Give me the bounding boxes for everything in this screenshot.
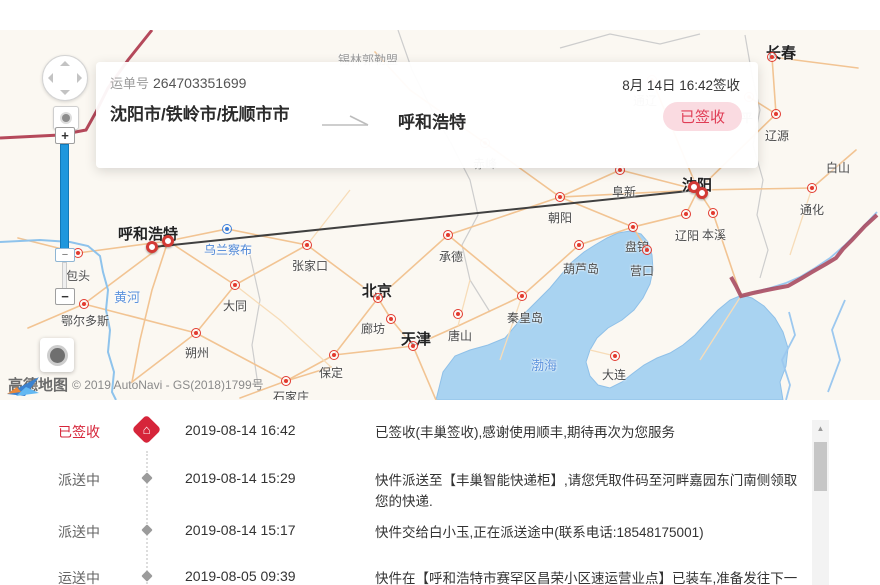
city-marker-icon [302, 240, 312, 250]
map-city-label: 唐山 [448, 327, 472, 344]
timestamp: 2019-08-14 15:29 [185, 470, 296, 486]
map-city-label: 白山 [826, 159, 850, 176]
zoom-out-button[interactable]: − [55, 288, 75, 305]
map-city-label: 廊坊 [361, 320, 385, 337]
map-city-label: 张家口 [292, 257, 328, 274]
map-city-label: 朔州 [185, 344, 209, 361]
map-city-label: 鄂尔多斯 [61, 312, 109, 329]
node-diamond-icon [141, 472, 152, 483]
timestamp: 2019-08-14 16:42 [185, 422, 296, 438]
map-city-label: 葫芦岛 [563, 260, 599, 277]
city-marker-icon [708, 208, 718, 218]
city-marker-icon [807, 183, 817, 193]
map-city-label: 阜新 [612, 183, 636, 200]
map-attribution: 高德地图 © 2019 AutoNavi - GS(2018)1799号 [6, 374, 264, 395]
event-description: 快件在【呼和浩特市赛罕区昌荣小区速运营业点】已装车,准备发往下一站 [375, 568, 807, 585]
city-marker-icon [517, 291, 527, 301]
pan-right-icon[interactable] [77, 73, 82, 83]
city-marker-icon [230, 280, 240, 290]
city-marker-icon [281, 376, 291, 386]
tracking-timeline: 已签收 ⌂ 2019-08-14 16:42 已签收(丰巢签收),感谢使用顺丰,期待再… [0, 405, 880, 585]
map-city-label: 保定 [319, 364, 343, 381]
node-diamond-icon [141, 570, 152, 581]
map-city-label: 通化 [800, 201, 824, 218]
city-marker-icon [771, 109, 781, 119]
status-label: 已签收 [58, 422, 100, 442]
status-label: 派送中 [58, 470, 100, 490]
scrollbar-up-arrow-icon[interactable]: ▲ [812, 424, 829, 433]
locate-button[interactable] [40, 338, 74, 372]
amap-logo-icon [6, 374, 42, 398]
status-badge: 已签收 [663, 102, 742, 131]
event-description: 快件交给白小玉,正在派送途中(联系电话:18548175001) [375, 522, 807, 543]
map-city-label: 包头 [66, 267, 90, 284]
event-description: 快件派送至【丰巢智能快递柜】,请您凭取件码至河畔嘉园东门南侧领取您的快递. [375, 470, 807, 512]
timeline-scrollbar[interactable]: ▲ [812, 420, 829, 585]
city-marker-icon [386, 314, 396, 324]
zoom-in-button[interactable]: + [55, 127, 75, 144]
map-city-label: 大连 [602, 366, 626, 383]
route-endpoint-marker [696, 187, 708, 199]
city-marker-icon [191, 328, 201, 338]
map-copyright: © 2019 AutoNavi - GS(2018)1799号 [72, 376, 264, 393]
border-line [731, 215, 877, 296]
scrollbar-thumb[interactable] [814, 442, 827, 491]
map-city-label: 辽阳 [675, 227, 699, 244]
delivered-home-icon: ⌂ [132, 415, 162, 445]
status-label: 派送中 [58, 522, 100, 542]
city-marker-icon [767, 52, 777, 62]
city-marker-icon [555, 192, 565, 202]
timestamp: 2019-08-14 15:17 [185, 522, 296, 538]
waybill-row: 运单号 264703351699 [110, 73, 246, 92]
waybill-number: 264703351699 [153, 75, 246, 91]
map-city-label: 石家庄 [273, 388, 309, 400]
map-city-label: 承德 [439, 248, 463, 265]
zoom-slider-handle[interactable]: − [55, 248, 75, 262]
city-marker-icon [453, 309, 463, 319]
city-marker-icon [222, 224, 232, 234]
node-diamond-icon [141, 524, 152, 535]
status-label: 运送中 [58, 568, 100, 585]
timestamp: 2019-08-05 09:39 [185, 568, 296, 584]
route-endpoint-marker [162, 235, 174, 247]
shipment-info-card: 运单号 264703351699 8月 14日 16:42签收 沈阳市/铁岭市/抚… [96, 62, 758, 168]
route-endpoint-marker [146, 241, 158, 253]
map-city-label: 黄河 [114, 287, 140, 306]
timeline-connector [146, 451, 148, 585]
city-marker-icon [329, 350, 339, 360]
pan-left-icon[interactable] [48, 73, 53, 83]
city-marker-icon [408, 341, 418, 351]
map-city-label: 乌兰察布 [204, 241, 252, 258]
city-marker-icon [574, 240, 584, 250]
destination-city: 呼和浩特 [398, 108, 466, 133]
city-marker-icon [443, 230, 453, 240]
map-city-label: 朝阳 [548, 209, 572, 226]
city-marker-icon [681, 209, 691, 219]
city-marker-icon [642, 245, 652, 255]
map-city-label: 秦皇岛 [507, 309, 543, 326]
map-city-label: 渤海 [531, 355, 557, 374]
city-marker-icon [373, 293, 383, 303]
city-marker-icon [79, 299, 89, 309]
map-city-label: 营口 [630, 262, 654, 279]
event-description: 已签收(丰巢签收),感谢使用顺丰,期待再次为您服务 [375, 422, 807, 443]
origin-city: 沈阳市/铁岭市/抚顺市市 [110, 100, 306, 129]
city-marker-icon [628, 222, 638, 232]
map-city-label: 辽源 [765, 127, 789, 144]
zoom-slider-track[interactable] [60, 144, 69, 250]
waybill-label: 运单号 [110, 76, 149, 91]
map-city-label: 本溪 [702, 226, 726, 243]
city-marker-icon [610, 351, 620, 361]
pan-down-icon[interactable] [60, 90, 70, 95]
zoom-slider-track-lower[interactable] [62, 262, 67, 290]
map-city-label: 大同 [223, 297, 247, 314]
pan-up-icon[interactable] [60, 61, 70, 66]
map-pan-control[interactable] [42, 55, 88, 101]
route-arrow-icon [320, 112, 372, 135]
delivery-time: 8月 14日 16:42签收 [622, 74, 740, 94]
